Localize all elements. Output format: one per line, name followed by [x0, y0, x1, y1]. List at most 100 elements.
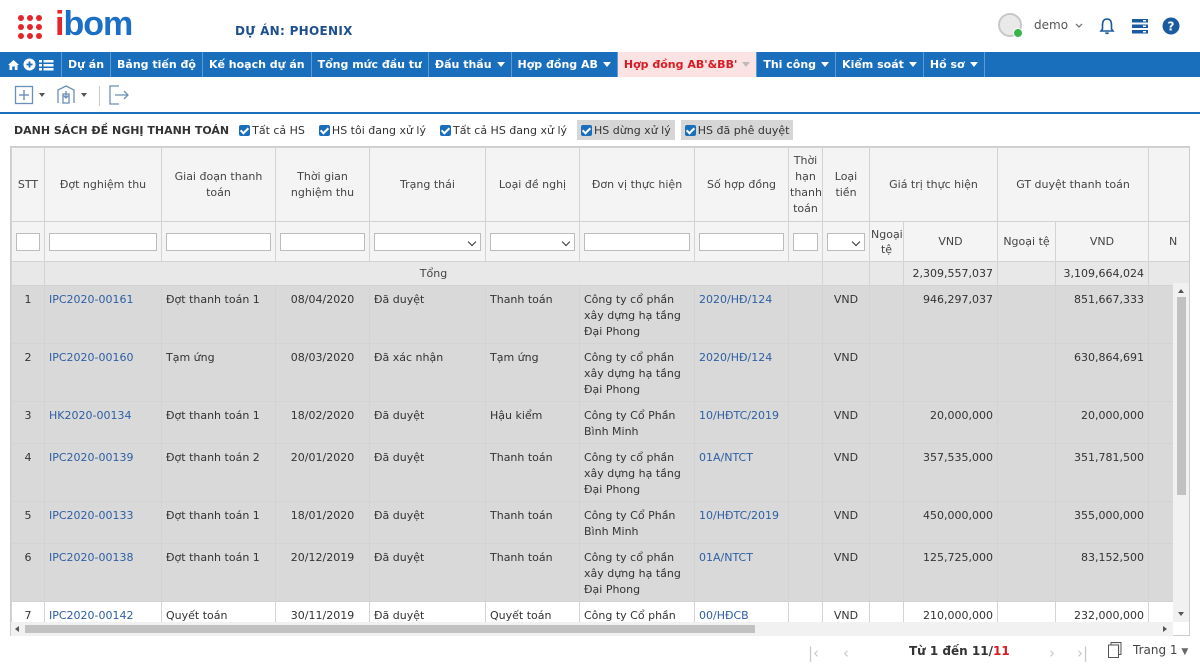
filter-stt-input[interactable]: [16, 232, 40, 251]
col-header-don-vi[interactable]: Đơn vị thực hiện: [579, 147, 695, 222]
list-icon[interactable]: [39, 59, 54, 71]
contract-link[interactable]: 10/HĐTC/2019: [694, 401, 789, 444]
filter-trang-thai-select[interactable]: [374, 232, 481, 251]
col-header-dot-nghiem-thu[interactable]: Đợt nghiệm thu: [44, 147, 162, 222]
export-button[interactable]: [108, 84, 130, 106]
checkbox-checked-icon: [440, 124, 451, 136]
col-header-so-hop-dong[interactable]: Số hợp đồng: [694, 147, 789, 222]
caret-down-icon: [602, 62, 611, 67]
nav-bang-tien-do[interactable]: Bảng tiến độ: [111, 52, 203, 77]
col-header-gt-duyet[interactable]: GT duyệt thanh toán: [996, 147, 1150, 222]
settings-list-icon[interactable]: [1130, 16, 1150, 36]
col-header-stt[interactable]: STT: [11, 147, 45, 222]
subheader-next: N: [1148, 221, 1189, 262]
total-gia-tri: 2,309,557,037: [903, 261, 998, 286]
scroll-right-icon[interactable]: [1163, 626, 1167, 632]
row-link[interactable]: IPC2020-00139: [44, 443, 162, 502]
filter-loai-select[interactable]: [490, 232, 575, 251]
row-link[interactable]: IPC2020-00138: [44, 543, 162, 602]
filter-giai-doan-input[interactable]: [166, 232, 271, 251]
nav-ho-so[interactable]: Hồ sơ: [924, 52, 985, 77]
contract-link[interactable]: 2020/HĐ/124: [694, 285, 789, 344]
page-select[interactable]: Trang 1 ▼: [1133, 643, 1188, 657]
help-icon[interactable]: ?: [1161, 16, 1181, 36]
table-row[interactable]: 2 IPC2020-00160 Tạm ứng 08/03/2020 Đã xá…: [11, 343, 1189, 402]
checkbox-stopped[interactable]: HS dừng xử lý: [577, 120, 675, 140]
checkbox-checked-icon: [684, 124, 696, 136]
contract-link[interactable]: 10/HĐTC/2019: [694, 501, 789, 544]
nav-kiem-soat[interactable]: Kiểm soát: [836, 52, 924, 77]
row-link[interactable]: IPC2020-00160: [44, 343, 162, 402]
filter-don-vi-input[interactable]: [584, 232, 690, 251]
checkbox-my-processing[interactable]: HS tôi đang xử lý: [315, 120, 430, 140]
checkbox-all-processing[interactable]: Tất cả HS đang xử lý: [436, 120, 571, 140]
last-page-icon[interactable]: ›|: [1077, 644, 1088, 662]
row-link[interactable]: HK2020-00134: [44, 401, 162, 444]
vertical-scrollbar[interactable]: [1173, 283, 1189, 622]
prev-page-icon[interactable]: ‹: [843, 644, 849, 662]
pager-info: Từ 1 đến 11/11: [909, 644, 1010, 658]
filter-dot-input[interactable]: [49, 232, 157, 251]
add-circle-icon[interactable]: [23, 58, 36, 71]
filter-loai-tien-select[interactable]: [827, 232, 865, 251]
scroll-down-icon[interactable]: [1178, 612, 1184, 616]
table-row[interactable]: 6 IPC2020-00138 Đợt thanh toán 1 20/12/2…: [11, 543, 1189, 602]
nav-hop-dong-ab-bb[interactable]: Hợp đồng AB'&BB': [617, 52, 758, 77]
add-button[interactable]: [14, 84, 45, 106]
scroll-up-icon[interactable]: [1178, 289, 1184, 293]
nav-dau-thau[interactable]: Đấu thầu: [429, 52, 512, 77]
checkbox-all-hs[interactable]: Tất cả HS: [235, 120, 309, 140]
next-page-icon[interactable]: ›: [1049, 644, 1055, 662]
filter-hop-dong-input[interactable]: [699, 232, 784, 251]
pager: |‹ ‹ Từ 1 đến 11/11 › ›| Trang 1 ▼: [0, 640, 1200, 666]
import-button[interactable]: [56, 84, 87, 106]
contract-link[interactable]: 2020/HĐ/124: [694, 343, 789, 402]
table-row[interactable]: 1 IPC2020-00161 Đợt thanh toán 1 08/04/2…: [11, 285, 1189, 344]
row-link[interactable]: IPC2020-00133: [44, 501, 162, 544]
col-header-loai-de-nghi[interactable]: Loại đề nghị: [485, 147, 580, 222]
app-grid-icon[interactable]: [18, 15, 42, 39]
filter-thoi-gian-input[interactable]: [280, 232, 365, 251]
subheader-vnd: VND: [903, 221, 998, 262]
table-row[interactable]: 4 IPC2020-00139 Đợt thanh toán 2 20/01/2…: [11, 443, 1189, 502]
total-row: Tổng 2,309,557,037 3,109,664,024: [11, 261, 1189, 286]
main-nav: Dự án Bảng tiến độ Kế hoạch dự án Tổng m…: [0, 52, 1200, 77]
list-title: DANH SÁCH ĐỀ NGHỊ THANH TOÁN: [14, 123, 230, 137]
filter-thoi-han-input[interactable]: [793, 232, 818, 251]
user-avatar[interactable]: [998, 13, 1023, 38]
horizontal-scroll-thumb[interactable]: [25, 625, 755, 633]
first-page-icon[interactable]: |‹: [808, 644, 819, 662]
user-menu[interactable]: demo: [1034, 18, 1083, 32]
nav-du-an[interactable]: Dự án: [62, 52, 112, 77]
app-logo[interactable]: ibom: [55, 4, 133, 44]
scroll-left-icon[interactable]: [15, 626, 19, 632]
col-header-more[interactable]: [1148, 147, 1189, 222]
contract-link[interactable]: 01A/NTCT: [694, 543, 789, 602]
bell-icon[interactable]: [1097, 16, 1117, 36]
col-header-gia-tri[interactable]: Giá trị thực hiện: [869, 147, 998, 222]
col-header-loai-tien[interactable]: Loại tiền: [822, 147, 870, 222]
col-header-giai-doan[interactable]: Giai đoạn thanh toán: [161, 147, 276, 222]
user-name: demo: [1034, 18, 1069, 32]
nav-home-group: [0, 52, 62, 77]
app-header: ibom DỰ ÁN: PHOENIX demo ?: [0, 0, 1200, 52]
nav-thi-cong[interactable]: Thi công: [757, 52, 837, 77]
caret-down-icon: ▼: [1181, 647, 1189, 657]
table-row[interactable]: 5 IPC2020-00133 Đợt thanh toán 1 18/01/2…: [11, 501, 1189, 544]
row-link[interactable]: IPC2020-00161: [44, 285, 162, 344]
caret-down-icon: [39, 93, 45, 97]
col-header-thoi-gian[interactable]: Thời gian nghiệm thu: [275, 147, 370, 222]
table-row[interactable]: 3 HK2020-00134 Đợt thanh toán 1 18/02/20…: [11, 401, 1189, 444]
nav-tong-muc-dau-tu[interactable]: Tổng mức đầu tư: [312, 52, 429, 77]
filter-bar: DANH SÁCH ĐỀ NGHỊ THANH TOÁN Tất cả HS H…: [0, 118, 1200, 142]
home-icon[interactable]: [7, 59, 20, 71]
vertical-scroll-thumb[interactable]: [1177, 297, 1186, 495]
contract-link[interactable]: 01A/NTCT: [694, 443, 789, 502]
nav-hop-dong-ab[interactable]: Hợp đồng AB: [512, 52, 618, 77]
horizontal-scrollbar[interactable]: [11, 622, 1173, 636]
total-gt-duyet: 3,109,664,024: [1054, 261, 1150, 286]
col-header-trang-thai[interactable]: Trạng thái: [369, 147, 486, 222]
col-header-thoi-han[interactable]: Thời hạn thanh toán: [788, 147, 823, 222]
nav-ke-hoach-du-an[interactable]: Kế hoạch dự án: [203, 52, 312, 77]
checkbox-approved[interactable]: HS đã phê duyệt: [680, 120, 794, 140]
